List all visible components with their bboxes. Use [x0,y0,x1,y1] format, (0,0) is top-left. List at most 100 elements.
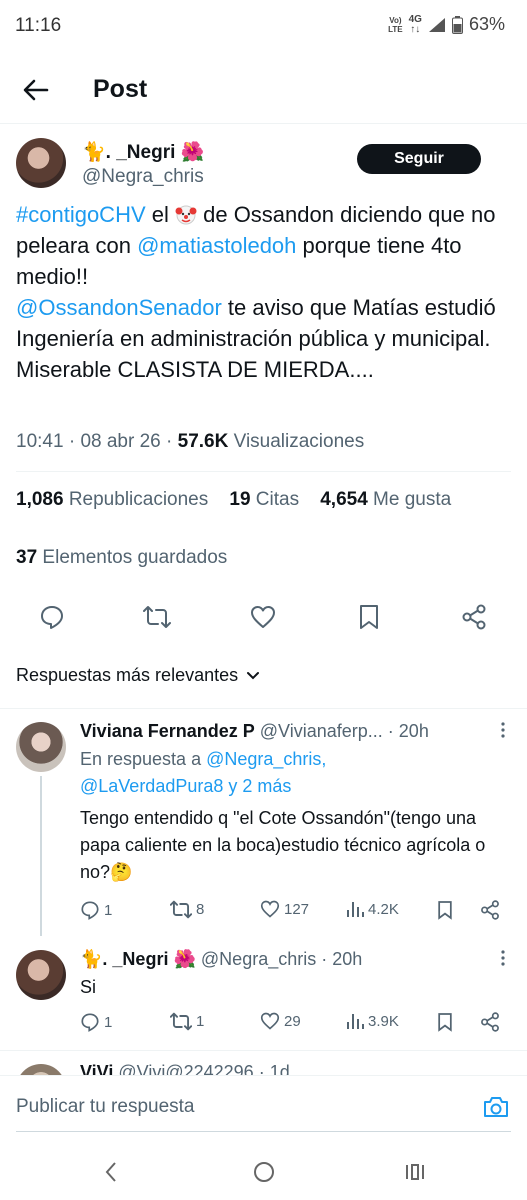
bar-chart-icon [347,902,364,917]
more-vertical-icon [501,950,505,966]
list-item[interactable]: ViVi @Vivi@2242296 · 1d [0,1050,527,1075]
bookmark-icon [438,1013,452,1032]
views-button[interactable]: 4.2K [346,900,399,918]
battery-icon [451,15,463,34]
nav-back-button[interactable] [96,1157,126,1187]
bookmarks-stat[interactable]: 37 Elementos guardados [16,547,227,569]
reply-composer: Publicar tu respuesta [0,1075,527,1143]
tweet-actions [0,597,527,637]
heart-icon [251,606,275,628]
reply-icon [81,901,99,920]
reply-header: Viviana Fernandez P @Vivianaferp... · 20… [80,721,429,741]
list-item[interactable]: Viviana Fernandez P @Vivianaferp... · 20… [0,708,527,938]
like-button[interactable] [249,603,277,631]
like-button[interactable]: 127 [260,900,309,918]
replying-to: En respuesta a @Negra_chris, @LaVerdadPu… [80,749,327,796]
more-options-button[interactable] [501,722,505,743]
clown-emoji-icon [175,205,197,225]
arrow-left-icon [23,79,49,101]
reply-author-handle[interactable]: @Vivi@2242296 [118,1062,253,1075]
tweet-meta: 10:41 · 08 abr 26 · 57.6K Visualizacione… [16,431,365,452]
likes-stat[interactable]: 4,654 Me gusta [320,489,451,510]
mention-link[interactable]: @OssandonSenador [16,295,222,320]
share-icon [481,900,499,920]
divider [16,471,511,472]
system-nav-bar [0,1143,527,1200]
bar-chart-icon [347,1014,364,1029]
avatar[interactable] [16,950,66,1000]
avatar[interactable] [16,722,66,772]
reply-actions: 1 1 29 3.9K [80,1012,510,1038]
repost-button[interactable] [143,603,171,631]
chevron-down-icon [247,671,260,679]
nav-recents-button[interactable] [400,1157,430,1187]
volte-indicator: Vo) LTE [388,15,403,34]
reply-input[interactable]: Publicar tu respuesta [16,1096,195,1118]
views-button[interactable]: 3.9K [346,1012,399,1030]
reply-header: ViVi @Vivi@2242296 · 1d [80,1062,290,1075]
reply-icon [41,606,63,629]
status-bar: 11:16 Vo) LTE 4G ↑↓ 63% [0,0,527,52]
follow-button[interactable]: Seguir [357,144,481,174]
reply-author-name[interactable]: ViVi [80,1062,113,1075]
status-time: 11:16 [15,15,62,36]
back-button[interactable] [18,72,54,108]
tweet-stats: 1,086 Republicaciones 19 Citas 4,654 Me … [16,489,451,511]
reply-actions: 1 8 127 4.2K [80,900,510,926]
share-button[interactable] [480,1012,500,1032]
author-handle[interactable]: @Negra_chris [82,166,204,188]
reply-text: Tengo entendido q "el Cote Ossandón"(ten… [80,808,486,882]
battery-percent: 63% [468,14,505,34]
reply-text: Si [80,977,97,997]
bookmark-icon [360,605,378,629]
views-count: 57.6K [177,431,229,452]
quotes-stat[interactable]: 19 Citas [229,489,299,510]
reply-icon [81,1013,99,1032]
repost-button[interactable]: 1 [170,1012,204,1031]
camera-button[interactable] [481,1092,511,1122]
repost-button[interactable]: 8 [170,900,204,919]
bookmark-button[interactable] [437,1012,453,1032]
nav-home-button[interactable] [249,1157,279,1187]
avatar[interactable] [16,1064,66,1075]
list-item[interactable]: 🐈. _Negri 🌺 @Negra_chris · 20h Si 1 1 29… [0,938,527,1050]
mention-link[interactable]: @matiastoledoh [137,233,296,258]
bookmark-button[interactable] [355,603,383,631]
thread-line [40,776,42,936]
author-name[interactable]: 🐈. _Negri 🌺 [82,140,204,164]
repost-icon [143,606,171,628]
share-button[interactable] [460,603,488,631]
more-vertical-icon [501,722,505,738]
share-icon [462,604,486,630]
more-options-button[interactable] [501,950,505,971]
repost-icon [170,1012,192,1031]
reply-author-handle[interactable]: @Vivianaferp... [260,721,383,741]
bookmark-button[interactable] [437,900,453,920]
reply-author-name[interactable]: Viviana Fernandez P [80,721,255,741]
reply-button[interactable]: 1 [80,900,112,920]
mention-link[interactable]: @Negra_chris, [206,749,326,769]
replies-sort-dropdown[interactable]: Respuestas más relevantes [16,665,260,686]
status-icons: Vo) LTE 4G ↑↓ 63% [388,14,505,35]
divider [16,1131,511,1132]
chevron-left-icon [105,1162,116,1182]
tweet-author: 🐈. _Negri 🌺 @Negra_chris Seguir [0,124,527,200]
post-header: Post [0,52,527,124]
recents-icon [406,1164,424,1180]
reply-button[interactable] [38,603,66,631]
signal-icon [428,17,445,32]
hashtag-link[interactable]: #contigoCHV [16,202,146,227]
reply-header: 🐈. _Negri 🌺 @Negra_chris · 20h [80,949,363,969]
reply-author-name[interactable]: 🐈. _Negri 🌺 [80,949,196,969]
circle-home-icon [254,1162,274,1182]
like-button[interactable]: 29 [260,1012,301,1030]
avatar[interactable] [16,138,66,188]
share-button[interactable] [480,900,500,920]
reply-button[interactable]: 1 [80,1012,112,1032]
reposts-stat[interactable]: 1,086 Republicaciones [16,489,208,510]
reply-author-handle[interactable]: @Negra_chris [201,949,316,969]
mention-link[interactable]: @LaVerdadPura8 y 2 más [80,776,291,796]
share-icon [481,1012,499,1032]
camera-icon [484,1097,508,1117]
tweet-text: #contigoCHV el de Ossandon diciendo que … [16,202,496,382]
